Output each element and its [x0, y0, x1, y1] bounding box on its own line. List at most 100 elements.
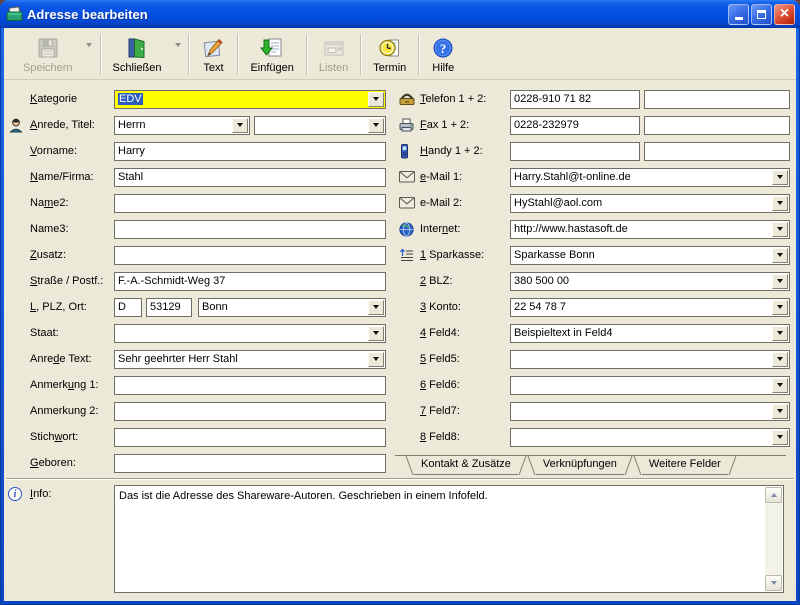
- kategorie-combo-dropdown-button[interactable]: [368, 91, 384, 107]
- row-name-firma: Name/Firma: Stahl: [8, 167, 386, 187]
- sparkasse-combo-dropdown-button[interactable]: [772, 247, 788, 263]
- internet-combo[interactable]: http://www.hastasoft.de: [510, 219, 790, 239]
- sparkasse-label: 1 Sparkasse:: [420, 249, 485, 261]
- anrede-combo-2[interactable]: [254, 115, 386, 135]
- telefon-input-1[interactable]: 0228-910 71 82: [510, 89, 640, 109]
- info-textarea[interactable]: Das ist die Adresse des Shareware-Autore…: [114, 485, 784, 593]
- name3-input[interactable]: [114, 219, 386, 239]
- feld6-combo-dropdown-button[interactable]: [772, 377, 788, 393]
- konto-combo-value: 22 54 78 7: [514, 301, 566, 313]
- toolbar-separator: [99, 34, 101, 75]
- anrede-combo-1-dropdown-button[interactable]: [232, 117, 248, 133]
- email2-combo[interactable]: HyStahl@aol.com: [510, 193, 790, 213]
- telefon-input-2[interactable]: [644, 89, 790, 109]
- feld7-combo-dropdown-button[interactable]: [772, 403, 788, 419]
- minimize-button[interactable]: [728, 3, 749, 25]
- anrede-combo-1[interactable]: Herrn: [114, 115, 250, 135]
- feld8-combo-dropdown-button[interactable]: [772, 429, 788, 445]
- konto-combo-dropdown-button[interactable]: [772, 299, 788, 315]
- vorname-input[interactable]: Harry: [114, 141, 386, 161]
- handy-input-1[interactable]: [510, 141, 640, 161]
- row-anrede: Anrede, Titel: Herrn: [8, 115, 386, 135]
- anrede-text-combo-dropdown-button[interactable]: [368, 351, 384, 367]
- email2-combo-dropdown-button[interactable]: [772, 195, 788, 211]
- feld5-combo-dropdown-button[interactable]: [772, 351, 788, 367]
- toolbar-schliessen-dropdown-caret[interactable]: [170, 30, 185, 47]
- email1-label: e-Mail 1:: [420, 171, 463, 183]
- zusatz-input[interactable]: [114, 245, 386, 265]
- blz-combo[interactable]: 380 500 00: [510, 271, 790, 291]
- name2-fields: [114, 193, 386, 213]
- scroll-up-button[interactable]: [765, 487, 782, 503]
- tab-kontakt-zusaetze[interactable]: Kontakt & Zusätze: [405, 456, 527, 475]
- globe-icon: [399, 221, 414, 237]
- geboren-input[interactable]: [114, 453, 386, 473]
- blz-combo-dropdown-button[interactable]: [772, 273, 788, 289]
- row-sparkasse: 1 Sparkasse: Sparkasse Bonn: [399, 245, 790, 265]
- chevron-down-icon: [373, 123, 379, 127]
- mobile-icon: [399, 143, 410, 159]
- tab-weitere-felder[interactable]: Weitere Felder: [633, 456, 737, 475]
- tab-verknuepfungen[interactable]: Verknüpfungen: [527, 456, 633, 475]
- toolbar-schliessen-label: Schließen: [112, 62, 162, 74]
- toolbar-hilfe-button[interactable]: ? Hilfe: [422, 30, 464, 77]
- staat-combo-dropdown-button[interactable]: [368, 325, 384, 341]
- anmerkung1-input[interactable]: [114, 375, 386, 395]
- konto-combo[interactable]: 22 54 78 7: [510, 297, 790, 317]
- toolbar-schliessen-button[interactable]: Schließen: [104, 30, 171, 77]
- plz-ort-zip[interactable]: 53129: [146, 297, 192, 317]
- row-anrede-text: Anrede Text: Sehr geehrter Herr Stahl: [8, 349, 386, 369]
- plz-ort-zip-value: 53129: [150, 301, 181, 313]
- email2-combo-value: HyStahl@aol.com: [514, 197, 603, 209]
- toolbar-speichern-dropdown-caret[interactable]: [82, 30, 97, 47]
- strasse-input[interactable]: F.-A.-Schmidt-Weg 37: [114, 271, 386, 291]
- stichwort-label: Stichwort:: [30, 431, 79, 443]
- name2-input[interactable]: [114, 193, 386, 213]
- email1-combo[interactable]: Harry.Stahl@t-online.de: [510, 167, 790, 187]
- name-firma-input[interactable]: Stahl: [114, 167, 386, 187]
- internet-combo-dropdown-button[interactable]: [772, 221, 788, 237]
- kategorie-combo[interactable]: EDV: [114, 89, 386, 109]
- feld8-combo[interactable]: [510, 427, 790, 447]
- fax-input-2[interactable]: [644, 115, 790, 135]
- fax-input-1[interactable]: 0228-232979: [510, 115, 640, 135]
- row-geboren: Geboren:: [8, 453, 386, 473]
- fax-icon: [399, 118, 414, 132]
- row-email2: e-Mail 2: HyStahl@aol.com: [399, 193, 790, 213]
- feld6-combo[interactable]: [510, 375, 790, 395]
- feld4-combo-dropdown-button[interactable]: [772, 325, 788, 341]
- scroll-down-button[interactable]: [765, 575, 782, 591]
- sparkasse-combo[interactable]: Sparkasse Bonn: [510, 245, 790, 265]
- plz-ort-country-value: D: [118, 301, 126, 313]
- staat-combo[interactable]: [114, 323, 386, 343]
- anmerkung2-input[interactable]: [114, 401, 386, 421]
- info-icon-slot: [8, 487, 30, 501]
- titlebar[interactable]: Adresse bearbeiten: [0, 0, 800, 28]
- email1-fields: Harry.Stahl@t-online.de: [510, 167, 790, 187]
- edit-address-window: Adresse bearbeiten Speichern Schließen Tex…: [0, 0, 800, 605]
- plz-ort-city-combo-dropdown-button[interactable]: [368, 299, 384, 315]
- feld4-combo[interactable]: Beispieltext in Feld4: [510, 323, 790, 343]
- toolbar-termin-button[interactable]: Termin: [364, 30, 415, 77]
- plz-ort-city-combo[interactable]: Bonn: [198, 297, 386, 317]
- stichwort-input[interactable]: [114, 427, 386, 447]
- email1-combo-dropdown-button[interactable]: [772, 169, 788, 185]
- handy-input-2[interactable]: [644, 141, 790, 161]
- info-scrollbar[interactable]: [765, 487, 782, 591]
- maximize-button[interactable]: [751, 3, 772, 25]
- chevron-down-icon: [777, 279, 783, 283]
- chevron-down-icon: [770, 581, 777, 585]
- plz-ort-country[interactable]: D: [114, 297, 142, 317]
- feld5-combo[interactable]: [510, 349, 790, 369]
- close-button[interactable]: [774, 3, 795, 25]
- toolbar-text-label: Text: [203, 62, 224, 74]
- feld4-label: 4 Feld4:: [420, 327, 460, 339]
- row-vorname: Vorname: Harry: [8, 141, 386, 161]
- anrede-text-combo[interactable]: Sehr geehrter Herr Stahl: [114, 349, 386, 369]
- fax-label: Fax 1 + 2:: [420, 119, 470, 131]
- info-text: Das ist die Adresse des Shareware-Autore…: [119, 490, 488, 502]
- anrede-combo-2-dropdown-button[interactable]: [368, 117, 384, 133]
- toolbar-einfuegen-button[interactable]: Einfügen: [241, 30, 302, 77]
- toolbar-text-button[interactable]: Text: [192, 30, 234, 77]
- feld7-combo[interactable]: [510, 401, 790, 421]
